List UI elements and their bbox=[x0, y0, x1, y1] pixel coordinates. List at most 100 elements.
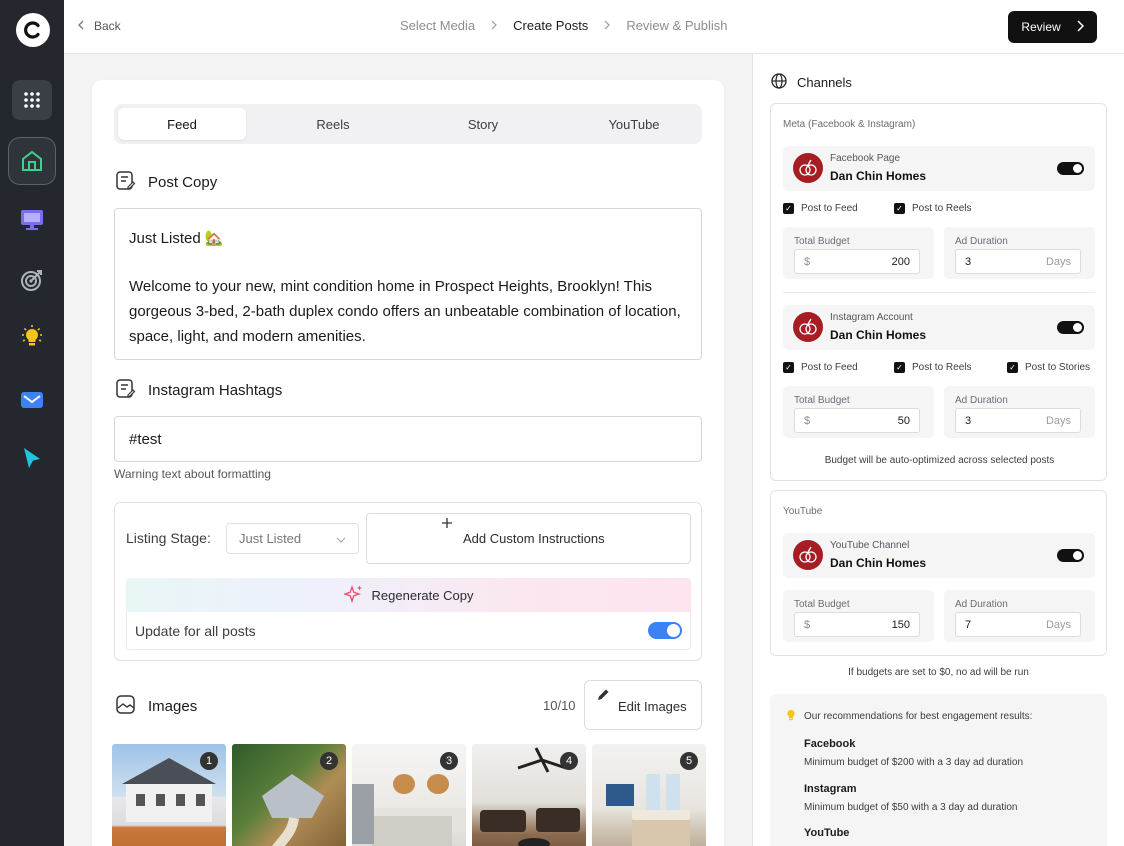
chevron-right-icon bbox=[604, 18, 611, 33]
check-icon: ✓ bbox=[783, 203, 794, 214]
update-all-posts-toggle[interactable] bbox=[648, 622, 682, 639]
lightbulb-icon[interactable] bbox=[12, 317, 52, 357]
account-name: Dan Chin Homes bbox=[830, 169, 927, 183]
update-all-posts-label: Update for all posts bbox=[135, 622, 256, 639]
instagram-post-stories-checkbox[interactable]: ✓ Post to Stories bbox=[1007, 362, 1090, 373]
account-type: Instagram Account bbox=[830, 312, 913, 323]
target-icon[interactable] bbox=[12, 260, 52, 300]
duration-label: Ad Duration bbox=[955, 599, 1008, 610]
listing-image[interactable]: 1 bbox=[112, 744, 226, 846]
hashtags-title: Instagram Hashtags bbox=[148, 382, 283, 399]
listing-image[interactable]: 2 bbox=[232, 744, 346, 846]
cursor-icon[interactable] bbox=[12, 438, 52, 478]
instagram-post-feed-checkbox[interactable]: ✓ Post to Feed bbox=[783, 362, 858, 373]
budget-input[interactable]: $50 bbox=[794, 408, 920, 433]
monitor-icon[interactable] bbox=[12, 200, 52, 240]
zero-budget-note: If budgets are set to $0, no ad will be … bbox=[848, 667, 1029, 678]
duration-input[interactable]: 7 Days bbox=[955, 612, 1081, 637]
duration-input[interactable]: 3 Days bbox=[955, 249, 1081, 274]
facebook-toggle[interactable] bbox=[1057, 162, 1084, 175]
facebook-post-reels-checkbox[interactable]: ✓ Post to Reels bbox=[894, 203, 971, 214]
app-logo[interactable] bbox=[16, 13, 50, 47]
currency-prefix: $ bbox=[804, 414, 811, 427]
plus-icon bbox=[441, 517, 453, 532]
tab-youtube[interactable]: YouTube bbox=[570, 108, 698, 140]
image-number-badge: 5 bbox=[680, 752, 698, 770]
images-title: Images bbox=[148, 698, 198, 715]
reco-platform: Facebook bbox=[804, 738, 856, 750]
tab-reels[interactable]: Reels bbox=[269, 108, 397, 140]
budget-value: 50 bbox=[897, 414, 910, 427]
listing-stage-label: Listing Stage: bbox=[126, 530, 211, 546]
post-editor-card: Feed Reels Story YouTube Post Copy Just … bbox=[92, 80, 724, 846]
avatar bbox=[793, 540, 823, 570]
divider bbox=[783, 292, 1095, 293]
youtube-account: YouTube Channel Dan Chin Homes bbox=[783, 533, 1095, 578]
youtube-budget: Total Budget $150 bbox=[783, 590, 934, 642]
budget-input[interactable]: $150 bbox=[794, 612, 920, 637]
checkbox-label: Post to Reels bbox=[912, 203, 972, 214]
chevron-down-icon bbox=[336, 531, 346, 546]
post-copy-title: Post Copy bbox=[148, 174, 218, 191]
youtube-label: YouTube bbox=[783, 506, 823, 517]
review-label: Review bbox=[1021, 20, 1061, 34]
listing-image[interactable]: 5 bbox=[592, 744, 706, 846]
instagram-post-reels-checkbox[interactable]: ✓ Post to Reels bbox=[894, 362, 971, 373]
format-tabs: Feed Reels Story YouTube bbox=[114, 104, 702, 144]
avatar bbox=[793, 312, 823, 342]
budget-input[interactable]: $200 bbox=[794, 249, 920, 274]
hashtags-input[interactable]: #test bbox=[114, 416, 702, 462]
image-number-badge: 4 bbox=[560, 752, 578, 770]
update-all-posts-row: Update for all posts bbox=[126, 612, 691, 650]
lightbulb-icon bbox=[786, 709, 796, 724]
listing-image[interactable]: 3 bbox=[352, 744, 466, 846]
image-number-badge: 3 bbox=[440, 752, 458, 770]
facebook-account: Facebook Page Dan Chin Homes bbox=[783, 146, 1095, 191]
post-copy-heading: Post Copy bbox=[115, 170, 217, 195]
duration-input[interactable]: 3 Days bbox=[955, 408, 1081, 433]
tab-feed[interactable]: Feed bbox=[118, 108, 246, 140]
facebook-post-feed-checkbox[interactable]: ✓ Post to Feed bbox=[783, 203, 858, 214]
recommendations-heading: Our recommendations for best engagement … bbox=[786, 709, 1032, 724]
duration-suffix: Days bbox=[1045, 618, 1071, 631]
edit-images-label: Edit Images bbox=[618, 699, 687, 714]
step-select-media[interactable]: Select Media bbox=[400, 18, 475, 33]
back-button[interactable]: Back bbox=[78, 19, 121, 33]
facebook-duration: Ad Duration 3 Days bbox=[944, 227, 1095, 279]
account-type: Facebook Page bbox=[830, 153, 901, 164]
pencil-icon bbox=[596, 688, 610, 705]
facebook-budget: Total Budget $200 bbox=[783, 227, 934, 279]
duration-label: Ad Duration bbox=[955, 395, 1008, 406]
budget-value: 150 bbox=[891, 618, 910, 631]
chevron-right-icon bbox=[491, 18, 498, 33]
budget-label: Total Budget bbox=[794, 599, 850, 610]
step-review-publish[interactable]: Review & Publish bbox=[626, 18, 727, 33]
check-icon: ✓ bbox=[894, 203, 905, 214]
budget-value: 200 bbox=[891, 255, 910, 268]
instagram-toggle[interactable] bbox=[1057, 321, 1084, 334]
recommendations-head-text: Our recommendations for best engagement … bbox=[804, 711, 1033, 722]
meta-channel-group: Meta (Facebook & Instagram) Facebook Pag… bbox=[770, 103, 1107, 481]
image-number-badge: 1 bbox=[200, 752, 218, 770]
edit-images-button[interactable]: Edit Images bbox=[584, 680, 702, 730]
instagram-budget: Total Budget $50 bbox=[783, 386, 934, 438]
grid-icon[interactable] bbox=[12, 80, 52, 120]
duration-label: Ad Duration bbox=[955, 236, 1008, 247]
regenerate-copy-button[interactable]: Regenerate Copy bbox=[126, 578, 691, 612]
review-button[interactable]: Review bbox=[1008, 11, 1097, 43]
listing-image[interactable]: 4 bbox=[472, 744, 586, 846]
step-create-posts[interactable]: Create Posts bbox=[513, 18, 588, 33]
youtube-toggle[interactable] bbox=[1057, 549, 1084, 562]
reco-text: Minimum budget of $200 with a 3 day ad d… bbox=[804, 757, 1024, 768]
add-custom-instructions-button[interactable]: Add Custom Instructions bbox=[366, 513, 691, 564]
check-icon: ✓ bbox=[1007, 362, 1018, 373]
instagram-duration: Ad Duration 3 Days bbox=[944, 386, 1095, 438]
youtube-channel-group: YouTube YouTube Channel Dan Chin Homes T… bbox=[770, 490, 1107, 656]
post-copy-textarea[interactable]: Just Listed 🏡 Welcome to your new, mint … bbox=[114, 208, 702, 360]
channels-title: Channels bbox=[797, 75, 852, 90]
mail-icon[interactable] bbox=[12, 380, 52, 420]
document-edit-icon bbox=[115, 170, 136, 195]
tab-story[interactable]: Story bbox=[419, 108, 547, 140]
home-icon[interactable] bbox=[8, 137, 56, 185]
listing-stage-select[interactable]: Just Listed bbox=[226, 523, 359, 554]
